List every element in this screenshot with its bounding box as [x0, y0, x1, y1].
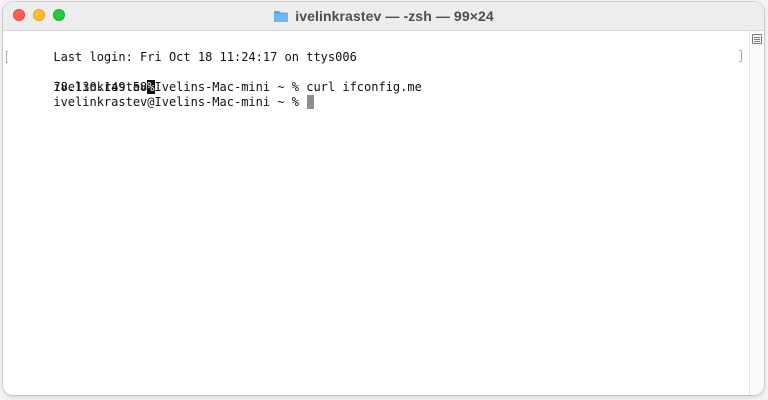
- title-bar[interactable]: ivelinkrastev — -zsh — 99×24: [3, 2, 764, 31]
- terminal-line-last-login: Last login: Fri Oct 18 11:24:17 on ttys0…: [10, 35, 749, 50]
- terminal-window: ivelinkrastev — -zsh — 99×24 Last login:…: [3, 2, 764, 395]
- window-title: ivelinkrastev — -zsh — 99×24: [295, 8, 494, 24]
- terminal-line-output: 78.130.149.58%: [10, 65, 749, 80]
- scroll-marks-icon[interactable]: [752, 34, 762, 44]
- folder-icon: [273, 10, 289, 23]
- command-mark-left: [6, 51, 8, 63]
- terminal-line-prompt[interactable]: ivelinkrastev@Ivelins-Mac-mini ~ %: [10, 80, 749, 95]
- command-mark-right: [739, 50, 742, 62]
- terminal-line-command: ivelinkrastev@Ivelins-Mac-mini ~ % curl …: [10, 50, 749, 65]
- vertical-scrollbar[interactable]: [749, 31, 764, 395]
- window-title-group: ivelinkrastev — -zsh — 99×24: [3, 2, 764, 30]
- terminal-line-text: ivelinkrastev@Ivelins-Mac-mini ~ %: [53, 95, 306, 109]
- terminal-cursor: [307, 95, 314, 109]
- terminal-output[interactable]: Last login: Fri Oct 18 11:24:17 on ttys0…: [3, 31, 749, 395]
